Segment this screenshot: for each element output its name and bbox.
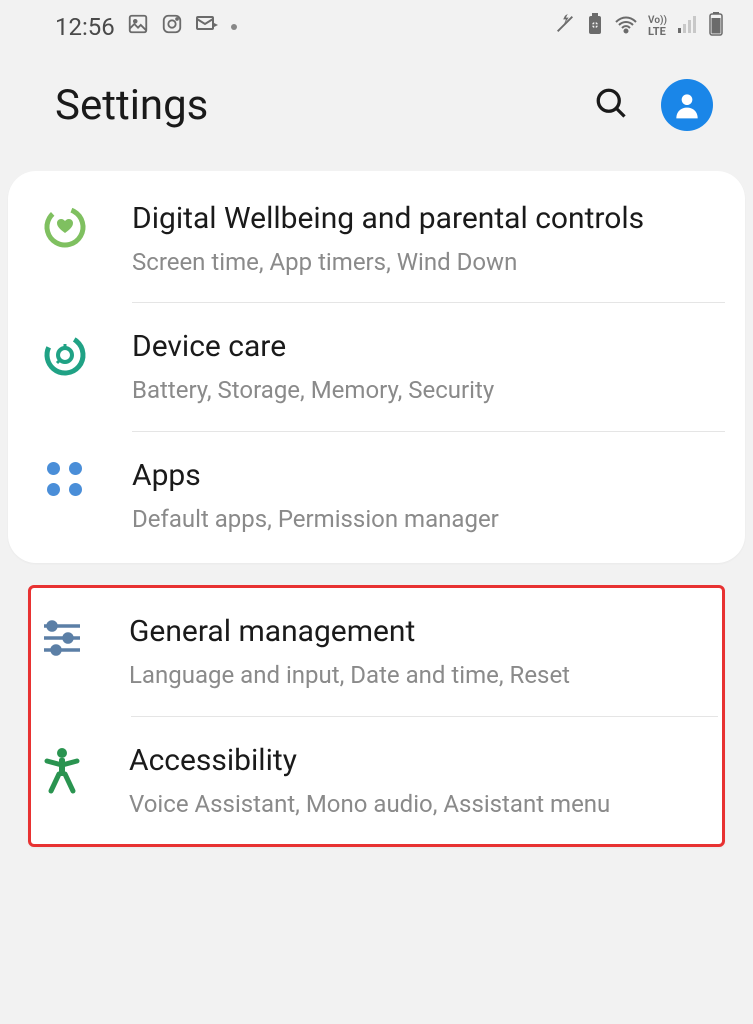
item-title: Accessibility [129,741,692,780]
accessibility-icon [35,747,89,795]
mail-icon [195,14,219,40]
status-bar: 12:56 Vo)) LTE [0,0,753,49]
status-right: Vo)) LTE [554,12,723,41]
settings-group-highlighted: General management Language and input, D… [28,585,725,847]
settings-item-device-care[interactable]: Device care Battery, Storage, Memory, Se… [8,303,745,430]
item-title: Device care [132,327,715,366]
person-icon [671,89,703,121]
volte-icon: Vo)) LTE [648,16,667,37]
settings-group: Digital Wellbeing and parental controls … [8,171,745,563]
header-actions [593,79,713,131]
battery-saver-icon [586,13,604,40]
item-title: Apps [132,456,715,495]
image-icon [127,13,149,41]
search-icon [593,85,629,121]
status-time: 12:56 [55,13,115,41]
item-subtitle: Language and input, Date and time, Reset [129,659,692,691]
item-subtitle: Default apps, Permission manager [132,503,715,535]
status-left: 12:56 [55,13,237,41]
signal-icon [677,14,699,39]
instagram-icon [161,13,183,41]
profile-button[interactable] [661,79,713,131]
notification-dot-icon [231,24,237,30]
page-title: Settings [55,81,208,130]
settings-item-apps[interactable]: Apps Default apps, Permission manager [8,432,745,559]
search-button[interactable] [593,85,629,125]
item-title: General management [129,612,692,651]
battery-icon [709,12,723,41]
settings-item-digital-wellbeing[interactable]: Digital Wellbeing and parental controls … [8,175,745,302]
sliders-icon [35,618,89,658]
heart-circle-icon [38,205,92,249]
settings-item-accessibility[interactable]: Accessibility Voice Assistant, Mono audi… [31,717,722,844]
item-subtitle: Screen time, App timers, Wind Down [132,246,715,278]
settings-item-general-management[interactable]: General management Language and input, D… [31,588,722,715]
item-subtitle: Voice Assistant, Mono audio, Assistant m… [129,788,692,820]
device-care-icon [38,333,92,377]
wifi-icon [614,14,638,39]
apps-icon [38,462,92,496]
vibrate-icon [554,13,576,40]
item-title: Digital Wellbeing and parental controls [132,199,715,238]
item-subtitle: Battery, Storage, Memory, Security [132,374,715,406]
settings-header: Settings [0,49,753,171]
